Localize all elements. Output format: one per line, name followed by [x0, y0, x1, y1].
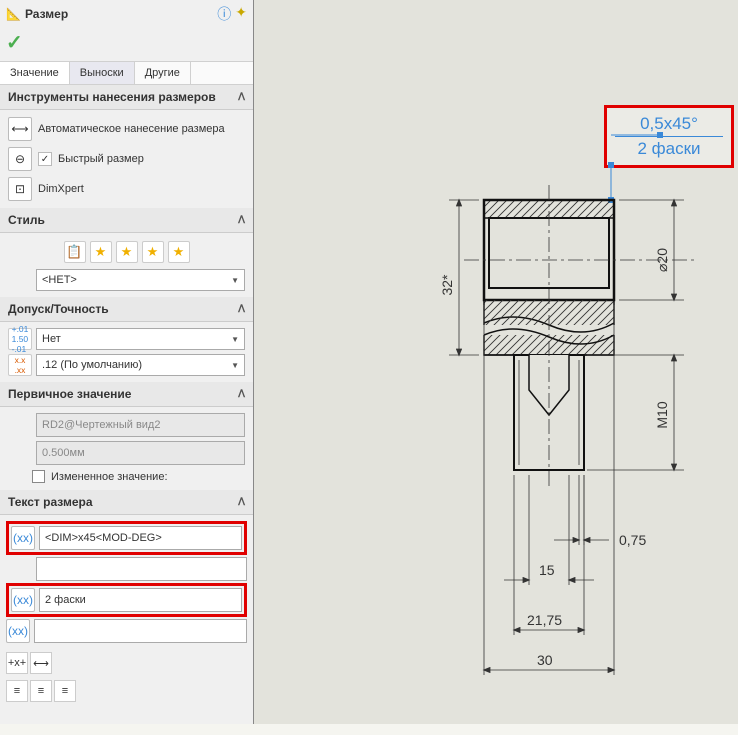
- text-toolbar-2: ≡ ≡ ≡: [0, 677, 253, 705]
- help-icon[interactable]: ⓘ: [217, 4, 231, 24]
- dim-075: 0,75: [619, 532, 646, 548]
- chevron-down-icon: ▼: [231, 335, 239, 344]
- highlight-box-2: (xx): [6, 583, 247, 617]
- dim-text-extra-input[interactable]: [34, 619, 247, 643]
- collapse-icon[interactable]: ᐱ: [238, 215, 245, 226]
- dim-30: 30: [537, 652, 553, 668]
- style-section-title: Стиль: [8, 213, 45, 227]
- tolerance-section-title: Допуск/Точность: [8, 302, 109, 316]
- justify-btn-1[interactable]: +x+: [6, 652, 28, 674]
- callout-line-2: 2 фаски: [615, 137, 723, 161]
- style-btn-3[interactable]: ★: [116, 241, 138, 263]
- dim-text-below-input[interactable]: [39, 588, 242, 612]
- text-section-header[interactable]: Текст размера ᐱ: [0, 490, 253, 515]
- confirm-icon[interactable]: ✓: [6, 32, 23, 54]
- auto-dim-label: Автоматическое нанесение размера: [38, 123, 225, 135]
- drawing-canvas[interactable]: 0,5x45° 2 фаски: [254, 0, 738, 724]
- changed-value-checkbox[interactable]: [32, 470, 45, 483]
- style-select[interactable]: <НЕТ> ▼: [36, 269, 245, 291]
- justify-btn-2[interactable]: ⟷: [30, 652, 52, 674]
- collapse-icon[interactable]: ᐱ: [238, 497, 245, 508]
- pin-icon[interactable]: ✦: [235, 4, 247, 24]
- tolerance-type-select[interactable]: Нет ▼: [36, 328, 245, 350]
- dim-2175: 21,75: [527, 612, 562, 628]
- auto-dim-icon[interactable]: ⟷: [8, 117, 32, 141]
- changed-value-label: Измененное значение:: [51, 471, 168, 483]
- text-below-icon[interactable]: (xx): [11, 588, 35, 612]
- primary-section-header[interactable]: Первичное значение ᐱ: [0, 382, 253, 407]
- tabs: Значение Выноски Другие: [0, 61, 253, 85]
- quick-dim-checkbox[interactable]: ✓: [38, 152, 52, 166]
- style-select-value: <НЕТ>: [42, 274, 77, 286]
- precision-select[interactable]: .12 (По умолчанию) ▼: [36, 354, 245, 376]
- chevron-down-icon: ▼: [231, 276, 239, 285]
- text-section-title: Текст размера: [8, 495, 93, 509]
- primary-section-title: Первичное значение: [8, 387, 131, 401]
- dimxpert-icon[interactable]: ⊡: [8, 177, 32, 201]
- tools-section-header[interactable]: Инструменты нанесения размеров ᐱ: [0, 85, 253, 110]
- tools-section-title: Инструменты нанесения размеров: [8, 90, 216, 104]
- dim-32: 32*: [439, 274, 455, 296]
- tolerance-section-header[interactable]: Допуск/Точность ᐱ: [0, 297, 253, 322]
- property-panel: 📐 Размер ⓘ ✦ ✓ Значение Выноски Другие И…: [0, 0, 254, 724]
- precision-value: .12 (По умолчанию): [42, 359, 142, 371]
- align-right-btn[interactable]: ≡: [54, 680, 76, 702]
- dim-d20: ⌀20: [654, 248, 670, 272]
- style-btn-1[interactable]: 📋: [64, 241, 86, 263]
- panel-title: Размер: [25, 7, 217, 21]
- dim-name-field: [36, 413, 245, 437]
- collapse-icon[interactable]: ᐱ: [238, 304, 245, 315]
- dim-text-above-input[interactable]: [39, 526, 242, 550]
- tab-leaders[interactable]: Выноски: [70, 62, 135, 84]
- collapse-icon[interactable]: ᐱ: [238, 92, 245, 103]
- drawing-view: ⌀20 32* M10 0,75 15: [429, 190, 729, 690]
- dim-m10: M10: [654, 401, 670, 428]
- align-center-btn[interactable]: ≡: [30, 680, 52, 702]
- highlight-box-1: (xx): [6, 521, 247, 555]
- style-btn-2[interactable]: ★: [90, 241, 112, 263]
- callout-line-1: 0,5x45°: [615, 112, 723, 137]
- align-left-btn[interactable]: ≡: [6, 680, 28, 702]
- text-extra-icon[interactable]: (xx): [6, 619, 30, 643]
- quick-dim-label: Быстрый размер: [58, 153, 144, 165]
- style-section-header[interactable]: Стиль ᐱ: [0, 208, 253, 233]
- tab-value[interactable]: Значение: [0, 62, 70, 84]
- dim-15: 15: [539, 562, 555, 578]
- confirm-row: ✓: [0, 28, 253, 61]
- panel-header: 📐 Размер ⓘ ✦: [0, 0, 253, 28]
- dimxpert-label: DimXpert: [38, 183, 84, 195]
- collapse-icon[interactable]: ᐱ: [238, 389, 245, 400]
- style-btn-5[interactable]: ★: [168, 241, 190, 263]
- dim-value-field: [36, 441, 245, 465]
- dimension-icon: 📐: [6, 7, 21, 21]
- tolerance-value: Нет: [42, 333, 61, 345]
- quick-dim-tool-icon[interactable]: ⊖: [8, 147, 32, 171]
- callout-highlight: 0,5x45° 2 фаски: [604, 105, 734, 168]
- tab-other[interactable]: Другие: [135, 62, 191, 84]
- precision-icon: x.x.xx: [8, 354, 32, 376]
- style-btn-4[interactable]: ★: [142, 241, 164, 263]
- dim-text-mid-input[interactable]: [36, 557, 247, 581]
- text-above-icon[interactable]: (xx): [11, 526, 35, 550]
- tolerance-type-icon: +.011.50-.01: [8, 328, 32, 350]
- chevron-down-icon: ▼: [231, 361, 239, 370]
- text-toolbar-1: +x+ ⟷: [0, 649, 253, 677]
